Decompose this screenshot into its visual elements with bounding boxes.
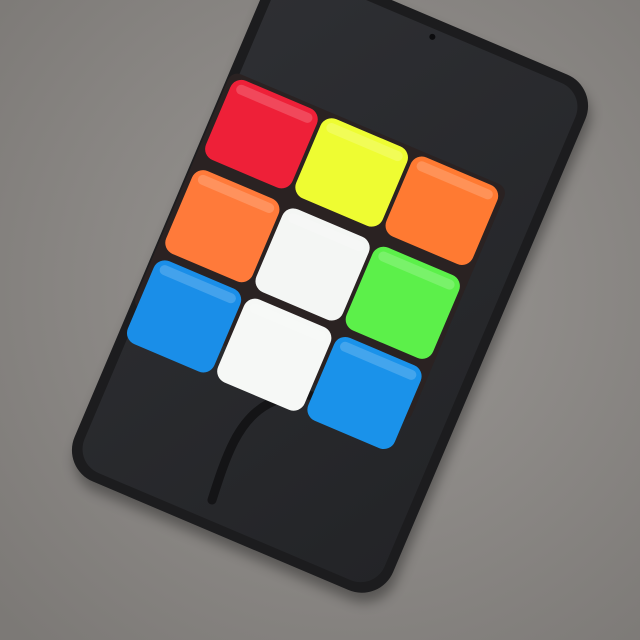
- photo-scene: [0, 0, 640, 640]
- scene-canvas: [0, 0, 640, 640]
